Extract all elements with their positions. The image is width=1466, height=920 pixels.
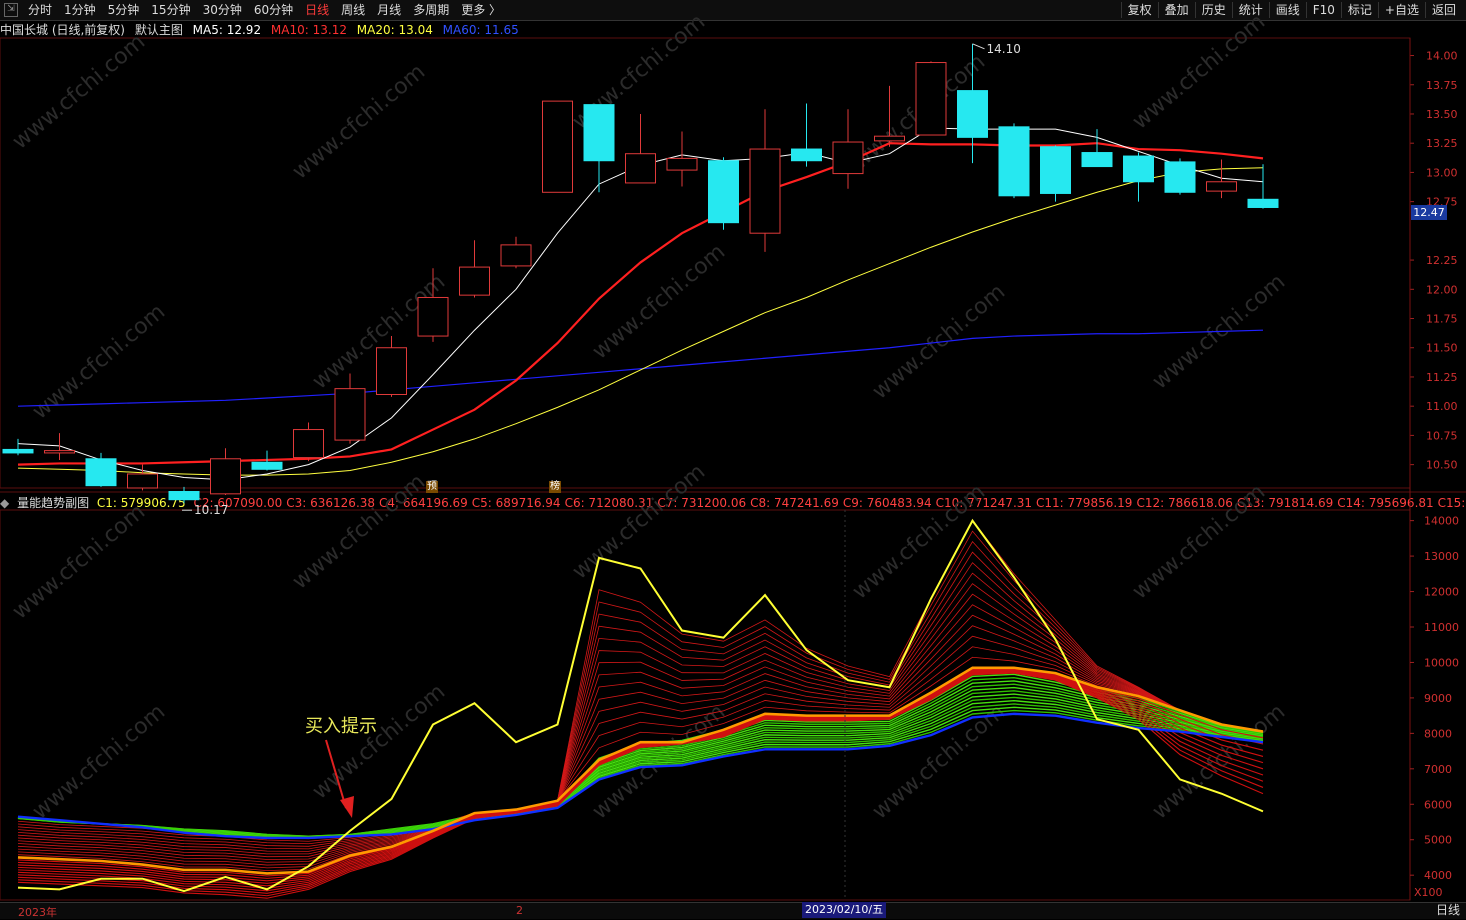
watermark-text-15: www.cfchi.com — [28, 699, 170, 824]
candle-body-17 — [709, 161, 739, 223]
sub-tick-label-6: 8000 — [1424, 727, 1452, 740]
high-price-label: 14.10 — [987, 42, 1021, 56]
price-tick-label-9: 11.50 — [1426, 342, 1458, 355]
chart-canvas[interactable]: www.cfchi.com www.cfchi.com www.cfchi.com w… — [0, 0, 1466, 918]
candle-body-3 — [128, 474, 158, 488]
sub-axis-unit: X100 — [1414, 886, 1443, 899]
candle-body-25 — [1041, 147, 1071, 194]
candle-body-14 — [584, 105, 614, 161]
candle-body-22 — [916, 63, 946, 135]
watermark-text-14: www.cfchi.com — [1128, 479, 1270, 604]
sub-tick-label-4: 10000 — [1424, 656, 1459, 669]
candle-body-20 — [833, 142, 863, 174]
candle-body-30 — [1248, 199, 1278, 207]
watermark-text-12: www.cfchi.com — [568, 459, 710, 584]
buy-arrow-head — [340, 796, 354, 818]
sub-tick-label-10: 4000 — [1424, 869, 1452, 882]
period-indicator[interactable]: 日线 — [1436, 902, 1460, 918]
candle-body-0 — [3, 449, 33, 453]
candle-body-8 — [335, 389, 365, 440]
price-tick-label-3: 13.25 — [1426, 137, 1458, 150]
billboard-mark[interactable]: 榜 — [549, 481, 561, 493]
low-price-label: 10.17 — [194, 503, 228, 517]
sub-tick-label-3: 11000 — [1424, 621, 1459, 634]
candle-body-12 — [501, 245, 531, 266]
watermark-text-1: www.cfchi.com — [288, 59, 430, 184]
sub-tick-label-2: 12000 — [1424, 586, 1459, 599]
watermark-text-4: www.cfchi.com — [1128, 9, 1270, 134]
month-label: 2 — [516, 904, 523, 917]
candle-body-18 — [750, 149, 780, 233]
current-price-tag: 12.47 — [1411, 205, 1447, 220]
sub-tick-label-0: 14000 — [1424, 515, 1459, 528]
watermark-text-13: www.cfchi.com — [848, 479, 990, 604]
candle-body-6 — [252, 462, 282, 469]
sub-tick-label-7: 7000 — [1424, 763, 1452, 776]
high-marker — [973, 44, 985, 49]
price-tick-label-8: 11.75 — [1426, 313, 1458, 326]
candle-body-7 — [294, 430, 324, 458]
red-fan-line-4 — [18, 563, 1263, 847]
candle-body-10 — [418, 297, 448, 336]
watermark-text-7: www.cfchi.com — [588, 239, 730, 364]
cursor-date: 2023/02/10/五 — [802, 902, 886, 918]
ma60-line — [18, 330, 1263, 406]
candle-body-21 — [875, 136, 905, 141]
candle-body-2 — [86, 459, 116, 486]
candle-body-24 — [999, 127, 1029, 196]
sub-tick-label-9: 5000 — [1424, 834, 1452, 847]
candle-body-11 — [460, 267, 490, 295]
candle-body-4 — [169, 492, 199, 500]
candle-body-23 — [958, 91, 988, 138]
sub-tick-label-8: 6000 — [1424, 798, 1452, 811]
candle-body-26 — [1082, 153, 1112, 167]
candle-body-9 — [377, 348, 407, 395]
sub-tick-label-1: 13000 — [1424, 550, 1459, 563]
red-fan-line-7 — [18, 594, 1263, 854]
price-tick-label-10: 11.25 — [1426, 371, 1458, 384]
red-fan-line-2 — [18, 542, 1263, 842]
price-tick-label-7: 12.00 — [1426, 283, 1458, 296]
buy-hint-label: 买入提示 — [305, 712, 377, 738]
price-tick-label-11: 11.00 — [1426, 400, 1458, 413]
candle-body-27 — [1124, 156, 1154, 182]
time-axis: 2023年 2 — [0, 902, 1466, 919]
watermark-text-0: www.cfchi.com — [8, 29, 150, 154]
candle-body-16 — [667, 158, 697, 170]
price-tick-label-1: 13.75 — [1426, 79, 1458, 92]
price-tick-label-4: 13.00 — [1426, 166, 1458, 179]
price-tick-label-2: 13.50 — [1426, 108, 1458, 121]
candle-body-5 — [211, 459, 241, 494]
candle-body-13 — [543, 101, 573, 192]
watermark-text-10: www.cfchi.com — [8, 499, 150, 624]
forecast-mark[interactable]: 预 — [426, 481, 438, 493]
sub-tick-label-5: 9000 — [1424, 692, 1452, 705]
red-fan-line-6 — [18, 584, 1263, 852]
watermark-text-16: www.cfchi.com — [308, 679, 450, 804]
candle-body-15 — [626, 154, 656, 183]
price-tick-label-12: 10.75 — [1426, 429, 1458, 442]
price-tick-label-0: 14.00 — [1426, 50, 1458, 63]
candle-body-28 — [1165, 162, 1195, 192]
candle-body-29 — [1207, 182, 1237, 191]
price-tick-label-6: 12.25 — [1426, 254, 1458, 267]
candle-body-1 — [45, 451, 75, 453]
candle-body-19 — [792, 149, 822, 161]
price-tick-label-13: 10.50 — [1426, 459, 1458, 472]
